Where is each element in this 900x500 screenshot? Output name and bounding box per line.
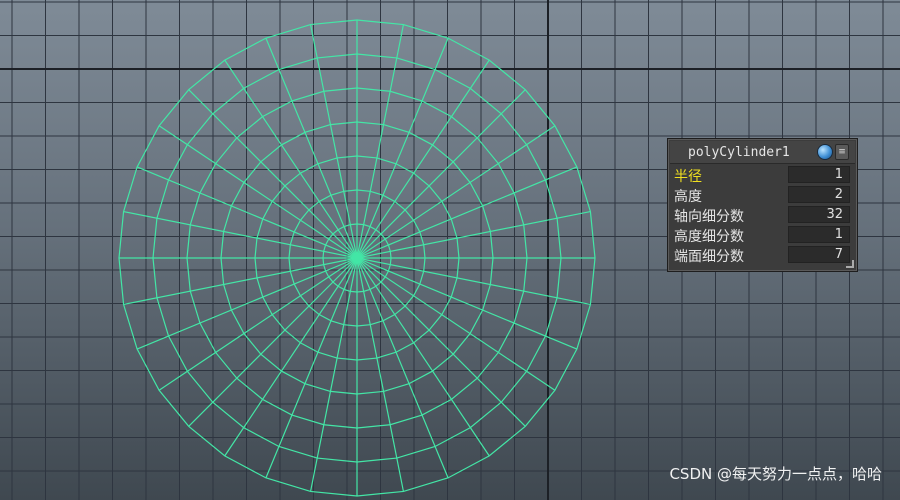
attr-row-cap-divisions[interactable]: 端面细分数 7 xyxy=(670,245,851,265)
attr-row-axis-divisions[interactable]: 轴向细分数 32 xyxy=(670,205,851,225)
attr-row-height[interactable]: 高度 2 xyxy=(670,185,851,205)
wire-spoke xyxy=(356,89,526,259)
center-pivot xyxy=(354,255,360,261)
wire-spoke xyxy=(356,257,526,427)
attr-value-radius[interactable]: 1 xyxy=(788,166,850,183)
channel-box-header: polyCylinder1 ≡ xyxy=(670,141,855,164)
wire-spoke xyxy=(265,257,358,479)
attr-label-axis-divisions: 轴向细分数 xyxy=(674,209,744,225)
attr-row-radius[interactable]: 半径 1 xyxy=(670,165,851,185)
attr-label-height-divisions: 高度细分数 xyxy=(674,229,744,245)
channel-box-title: polyCylinder1 xyxy=(688,145,790,160)
attr-row-height-divisions[interactable]: 高度细分数 1 xyxy=(670,225,851,245)
watermark-text: CSDN @每天努力一点点，哈哈 xyxy=(669,465,882,483)
channel-box-panel: polyCylinder1 ≡ 半径 1 高度 2 轴向细分数 32 高度细分数… xyxy=(667,138,858,272)
resize-handle-icon[interactable] xyxy=(846,260,854,268)
attr-value-height[interactable]: 2 xyxy=(788,186,850,203)
wire-spoke xyxy=(188,89,358,259)
wire-spoke xyxy=(356,37,449,259)
wire-spoke xyxy=(265,37,358,259)
wire-spoke xyxy=(356,257,449,479)
attr-value-height-divisions[interactable]: 1 xyxy=(788,226,850,243)
wire-spoke xyxy=(188,257,358,427)
node-icon[interactable] xyxy=(817,144,833,160)
attr-value-cap-divisions[interactable]: 7 xyxy=(788,246,850,263)
wire-spoke xyxy=(136,257,358,350)
wire-spoke xyxy=(356,257,578,350)
wire-spoke xyxy=(356,166,578,259)
attr-label-cap-divisions: 端面细分数 xyxy=(674,249,744,265)
menu-icon[interactable]: ≡ xyxy=(835,144,849,160)
wire-spoke xyxy=(136,166,358,259)
attr-label-height: 高度 xyxy=(674,189,702,205)
attr-label-radius: 半径 xyxy=(674,169,702,185)
attr-value-axis-divisions[interactable]: 32 xyxy=(788,206,850,223)
